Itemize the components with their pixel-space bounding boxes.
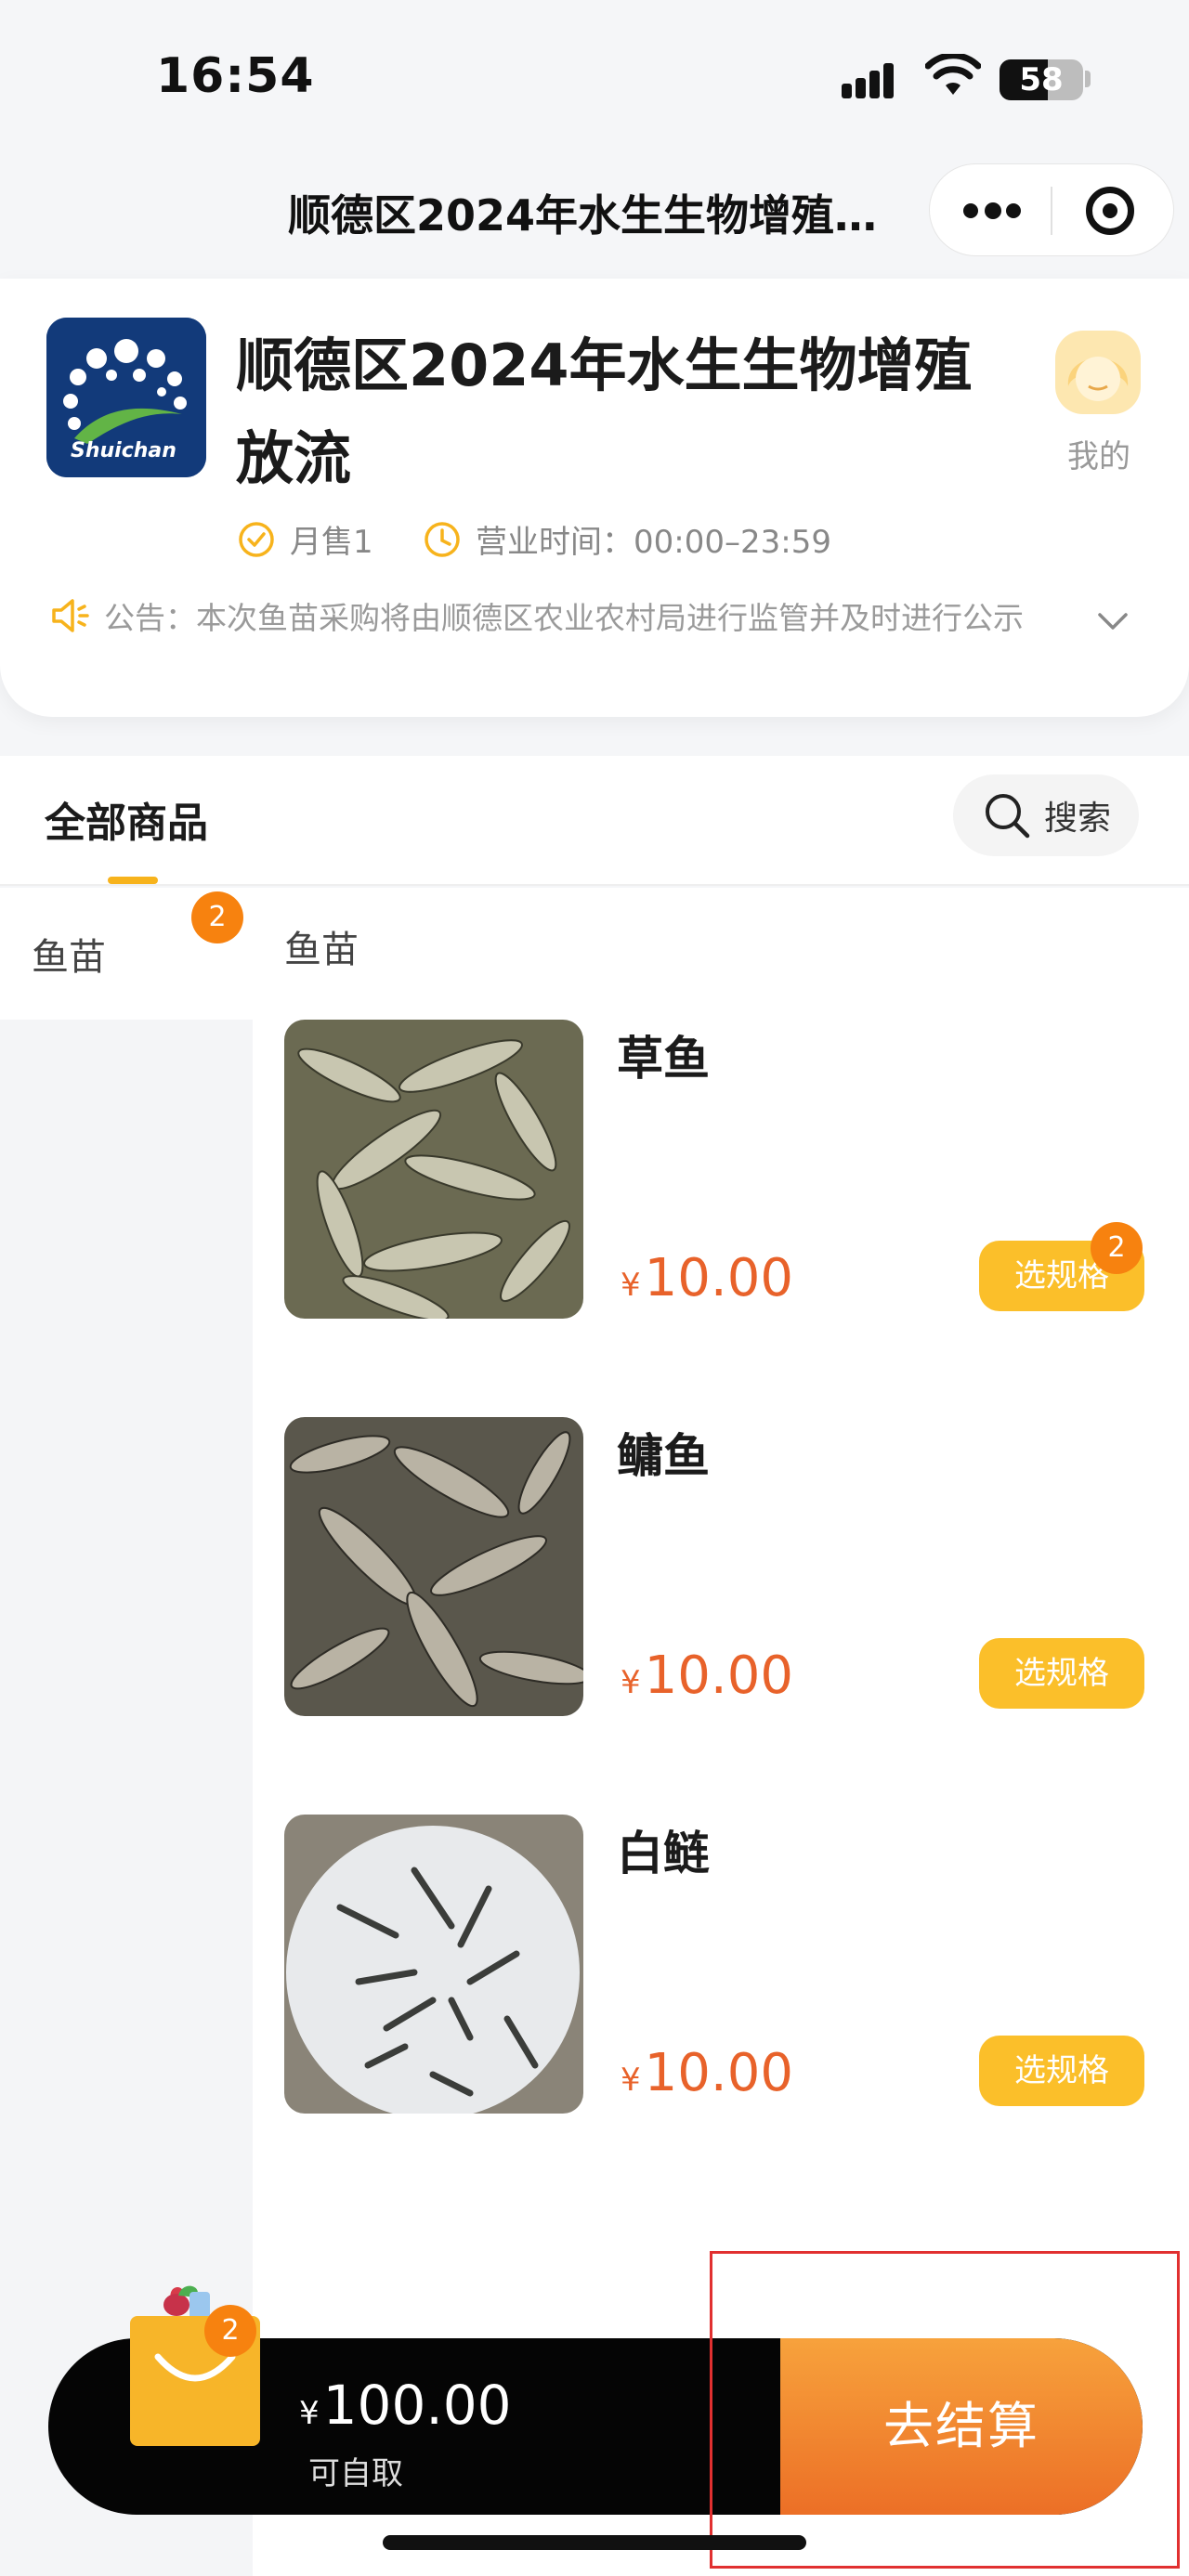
mini-program-capsule [929,163,1174,256]
search-label: 搜索 [1044,800,1112,838]
silver-carp-photo [284,1815,583,2114]
price-value: 10.00 [644,1248,793,1308]
battery-tip [1085,71,1091,87]
status-time: 16:54 [156,48,315,104]
shop-name: 顺德区2024年水生生物增殖放流 [236,332,973,492]
category-badge: 2 [191,891,243,943]
capsule-divider [1051,187,1052,235]
price-value: 10.00 [644,1646,793,1706]
shop-logo-text: Shuichan [71,439,176,462]
price-value: 10.00 [644,2043,793,2103]
battery-level: 58 [1019,61,1064,98]
check-circle-icon [239,521,274,557]
search-icon [986,794,1030,839]
tab-all-products[interactable]: 全部商品 [45,789,208,849]
highlight-box [710,2251,1180,2569]
cellular-signal-icon [842,61,907,98]
avatar-icon[interactable] [1052,331,1144,414]
monthly-sales: 月售1 [238,516,373,562]
battery-icon: 58 [1000,59,1083,100]
page-title: 顺德区2024年水生生物增殖放流 [288,190,901,241]
bighead-carp-photo [284,1417,583,1716]
product-name: 草鱼 [617,1032,710,1086]
chevron-down-icon[interactable] [1094,602,1131,639]
shop-logo: Shuichan [46,318,206,477]
speaker-icon [52,599,89,632]
category-label: 鱼苗 [32,936,106,979]
monthly-sales-text: 月售1 [290,524,373,561]
product-quantity-badge: 2 [1091,1222,1143,1274]
product-name: 白鲢 [617,1827,710,1880]
tab-active-indicator [108,877,158,884]
section-title: 鱼苗 [284,929,359,971]
shopping-bag-icon[interactable] [124,2279,264,2450]
home-indicator [383,2535,806,2550]
shop-logo-graphic: Shuichan [46,318,206,477]
product-image[interactable] [284,1020,583,1319]
product-name: 鳙鱼 [617,1429,710,1483]
currency-symbol: ¥ [621,1664,641,1701]
select-spec-button[interactable]: 选规格 [979,1638,1144,1709]
search-button[interactable]: 搜索 [953,774,1139,856]
currency-symbol: ¥ [299,2395,320,2432]
wifi-icon [925,54,981,95]
mine-label[interactable]: 我的 [1048,431,1150,476]
cart-badge: 2 [204,2305,256,2357]
pickup-label: 可自取 [308,2455,403,2492]
product-image[interactable] [284,1417,583,1716]
business-hours-text: 营业时间：00:00–23:59 [476,524,831,561]
close-mini-program-icon[interactable] [1086,187,1134,235]
notice-bar[interactable]: 公告：本次鱼苗采购将由顺德区农业农村局进行监管并及时进行公示 [50,592,1109,639]
cart-total: ¥100.00 [299,2374,512,2437]
select-spec-button[interactable]: 选规格 [979,2036,1144,2106]
currency-symbol: ¥ [621,1267,641,1304]
notice-text: 公告：本次鱼苗采购将由顺德区农业农村局进行监管并及时进行公示 [104,600,1024,636]
cart-total-value: 100.00 [322,2374,512,2437]
currency-symbol: ¥ [621,2062,641,2099]
product-price: ¥10.00 [621,1248,793,1308]
product-price: ¥10.00 [621,1646,793,1706]
grass-carp-photo [284,1020,583,1319]
clock-icon [425,521,460,557]
product-image[interactable] [284,1815,583,2114]
product-price: ¥10.00 [621,2043,793,2103]
business-hours: 营业时间：00:00–23:59 [424,516,831,562]
more-dots-icon[interactable] [963,200,1021,222]
